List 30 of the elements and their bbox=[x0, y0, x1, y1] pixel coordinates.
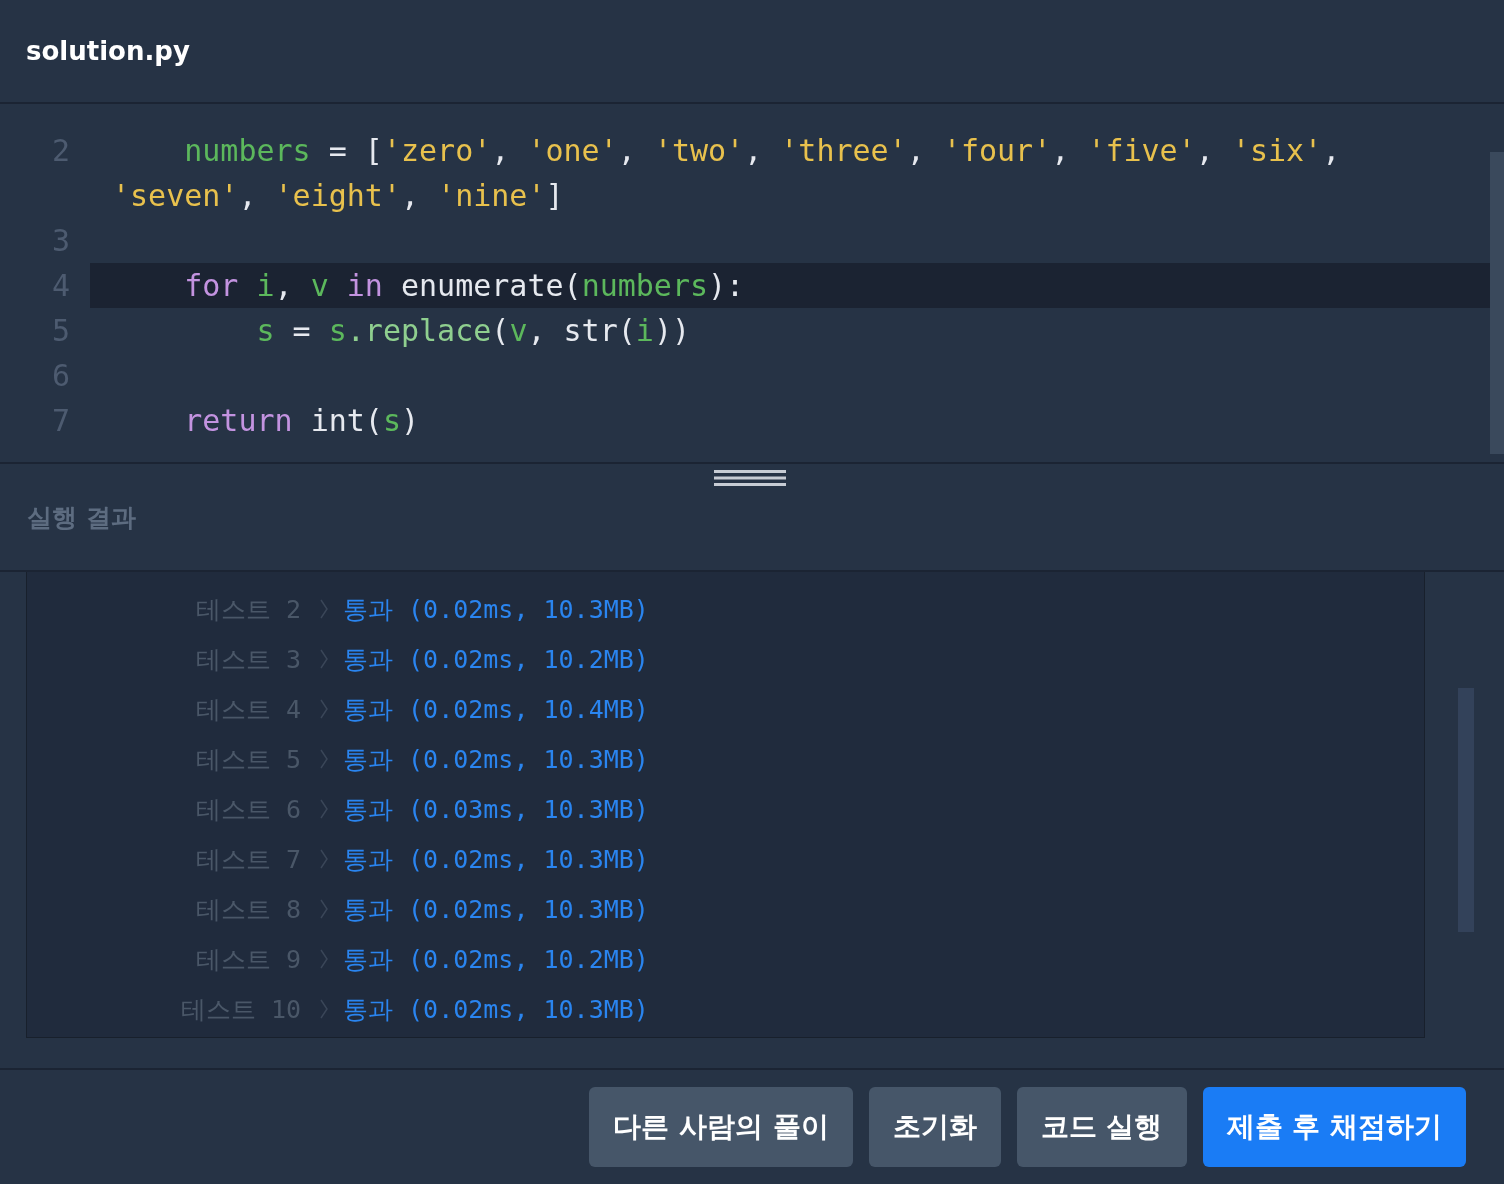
test-result: 통과 (0.02ms, 10.3MB) bbox=[343, 893, 649, 926]
chevron-icon bbox=[319, 998, 329, 1020]
file-name: solution.py bbox=[26, 36, 190, 66]
chevron-icon bbox=[319, 648, 329, 670]
test-result: 통과 (0.02ms, 10.3MB) bbox=[343, 843, 649, 876]
chevron-icon bbox=[319, 948, 329, 970]
resize-handle-icon[interactable] bbox=[714, 468, 786, 488]
chevron-icon bbox=[319, 848, 329, 870]
test-result: 통과 (0.02ms, 10.2MB) bbox=[343, 943, 649, 976]
code-line: 'seven', 'eight', 'nine'] bbox=[111, 177, 565, 215]
test-result: 통과 (0.02ms, 10.3MB) bbox=[343, 993, 649, 1026]
test-result: 통과 (0.02ms, 10.2MB) bbox=[343, 643, 649, 676]
scrollbar[interactable] bbox=[1490, 152, 1504, 454]
code-line: s = s.replace(v, str(i)) bbox=[255, 312, 691, 350]
test-result: 통과 (0.03ms, 10.3MB) bbox=[343, 793, 649, 826]
chevron-icon bbox=[319, 698, 329, 720]
chevron-icon bbox=[319, 748, 329, 770]
code-line: numbers = ['zero', 'one', 'two', 'three', 'four', 'five', 'six', bbox=[183, 132, 1342, 170]
action-button[interactable]: 초기화 bbox=[868, 1087, 1001, 1167]
test-result: 통과 (0.02ms, 10.4MB) bbox=[343, 693, 649, 726]
action-button[interactable]: 코드 실행 bbox=[1016, 1087, 1187, 1167]
test-result: 통과 (0.02ms, 10.3MB) bbox=[343, 743, 649, 776]
chevron-icon bbox=[319, 598, 329, 620]
submit-button[interactable]: 제출 후 채점하기 bbox=[1202, 1087, 1466, 1167]
action-button[interactable]: 다른 사람의 풀이 bbox=[589, 1087, 853, 1167]
chevron-icon bbox=[319, 898, 329, 920]
test-result: 통과 (0.02ms, 10.3MB) bbox=[343, 593, 649, 626]
chevron-icon bbox=[319, 798, 329, 820]
section-title: 실행 결과 bbox=[27, 501, 136, 534]
code-line: return int(s) bbox=[183, 402, 421, 440]
